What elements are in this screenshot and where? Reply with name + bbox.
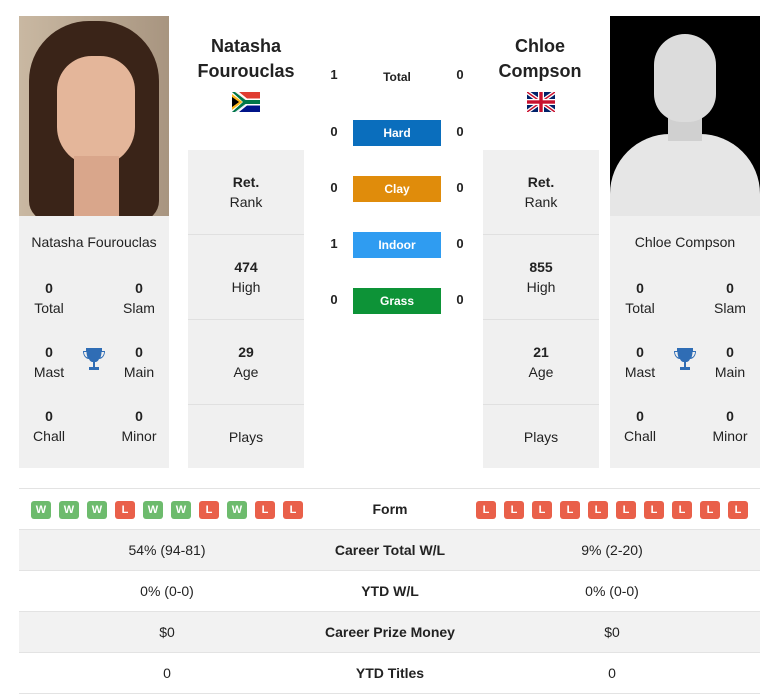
surface-hard-badge: Hard: [353, 120, 441, 146]
stat-label: YTD Titles: [355, 665, 425, 681]
stat-p2-value: 9% (2-20): [581, 542, 643, 558]
player2-rank-card: Ret. Rank 855 High 21 Age Plays: [483, 150, 599, 468]
stats-row: 54% (94-81) Career Total W/L 9% (2-20): [19, 530, 760, 571]
form-label: Form: [372, 501, 408, 517]
h2h-total-label: Total: [383, 70, 411, 84]
player2-chall-titles: 0 Chall: [624, 408, 656, 444]
south-africa-flag-icon: [232, 92, 260, 112]
player2-photo-placeholder: [610, 16, 760, 216]
player2-form-badge: L: [728, 501, 748, 519]
player1-form-badge: W: [227, 501, 247, 519]
player2-form-badge: L: [616, 501, 636, 519]
player1-form-badge: W: [31, 501, 51, 519]
h2h-indoor-p2: 0: [456, 236, 464, 251]
stats-row: $0 Career Prize Money $0: [19, 612, 760, 653]
stat-label: YTD W/L: [361, 583, 419, 599]
player2-rank: Ret. Rank: [483, 150, 599, 235]
player2-name[interactable]: Chloe Compson: [470, 34, 610, 84]
player1-mast-titles: 0 Mast: [33, 344, 65, 380]
player1-form-badge: W: [143, 501, 163, 519]
player2-form-badge: L: [672, 501, 692, 519]
player2-form-badge: L: [504, 501, 524, 519]
player1-form-badge: L: [255, 501, 275, 519]
uk-flag-icon: [527, 92, 555, 112]
player2-plays: Plays: [523, 429, 559, 445]
h2h-total-p2: 0: [456, 67, 464, 82]
player1-full-name[interactable]: Natasha Fourouclas: [19, 234, 169, 250]
player1-titles-card: Natasha Fourouclas 0 Total 0 Slam 0 Mast 0M…: [19, 216, 169, 468]
h2h-indoor-p1: 1: [330, 236, 338, 251]
player1-main-titles: 0 Main: [123, 344, 155, 380]
stats-row: 0% (0-0) YTD W/L 0% (0-0): [19, 571, 760, 612]
stat-p1-value: 0: [163, 665, 171, 681]
divider: [19, 693, 760, 694]
player2-full-name[interactable]: Chloe Compson: [610, 234, 760, 250]
surface-indoor-badge: Indoor: [353, 232, 441, 258]
stat-p2-value: $0: [604, 624, 620, 640]
stat-p2-value: 0% (0-0): [585, 583, 639, 599]
surface-grass-badge: Grass: [353, 288, 441, 314]
player2-slam-titles: 0 Slam: [714, 280, 746, 316]
h2h-hard-p2: 0: [456, 124, 464, 139]
player2-total-titles: 0 Total: [625, 280, 655, 316]
stat-p1-value: 0% (0-0): [140, 583, 194, 599]
player2-high: 855 High: [483, 235, 599, 320]
player1-age: 29 Age: [188, 320, 304, 405]
h2h-clay-p1: 0: [330, 180, 338, 195]
player2-minor-titles: 0 Minor: [712, 408, 748, 444]
player2-form-badge: L: [560, 501, 580, 519]
divider: [19, 488, 760, 489]
player1-slam-titles: 0 Slam: [123, 280, 155, 316]
h2h-clay-p2: 0: [456, 180, 464, 195]
h2h-total-p1: 1: [330, 67, 338, 82]
player2-main-titles: 0 Main: [714, 344, 746, 380]
h2h-grass-p2: 0: [456, 292, 464, 307]
player1-form-badge: W: [87, 501, 107, 519]
player2-form-badge: L: [532, 501, 552, 519]
player2-age: 21 Age: [483, 320, 599, 405]
player1-total-titles: 0 Total: [34, 280, 64, 316]
trophy-icon: [674, 348, 696, 370]
player1-plays: Plays: [228, 429, 264, 445]
player1-form-badge: L: [199, 501, 219, 519]
player2-form-badge: L: [476, 501, 496, 519]
player2-form-badge: L: [588, 501, 608, 519]
player2-titles-card: Chloe Compson 0 Total 0 Slam 0 Mast 0 Main 0…: [610, 216, 760, 468]
stat-p2-value: 0: [608, 665, 616, 681]
player1-high: 474 High: [188, 235, 304, 320]
h2h-hard-p1: 0: [330, 124, 338, 139]
surface-clay-badge: Clay: [353, 176, 441, 202]
player1-form-badge: W: [59, 501, 79, 519]
player1-form-badge: L: [115, 501, 135, 519]
player1-minor-titles: 0 Minor: [121, 408, 157, 444]
player1-photo: [19, 16, 169, 216]
player2-mast-titles: 0 Mast: [624, 344, 656, 380]
player1-name[interactable]: Natasha Fourouclas: [180, 34, 312, 84]
trophy-icon: [83, 348, 105, 370]
player1-rank: Ret. Rank: [188, 150, 304, 235]
player1-chall-titles: 0 Chall: [33, 408, 65, 444]
stat-label: Career Prize Money: [325, 624, 455, 640]
player1-form-badge: W: [171, 501, 191, 519]
player1-rank-card: Ret. Rank 474 High 29 Age Plays: [188, 150, 304, 468]
stats-row: 0 YTD Titles 0: [19, 653, 760, 694]
h2h-grass-p1: 0: [330, 292, 338, 307]
stat-label: Career Total W/L: [334, 542, 446, 558]
stat-p1-value: $0: [159, 624, 175, 640]
stat-p1-value: 54% (94-81): [128, 542, 206, 558]
player2-form-badge: L: [700, 501, 720, 519]
player2-form-badge: L: [644, 501, 664, 519]
